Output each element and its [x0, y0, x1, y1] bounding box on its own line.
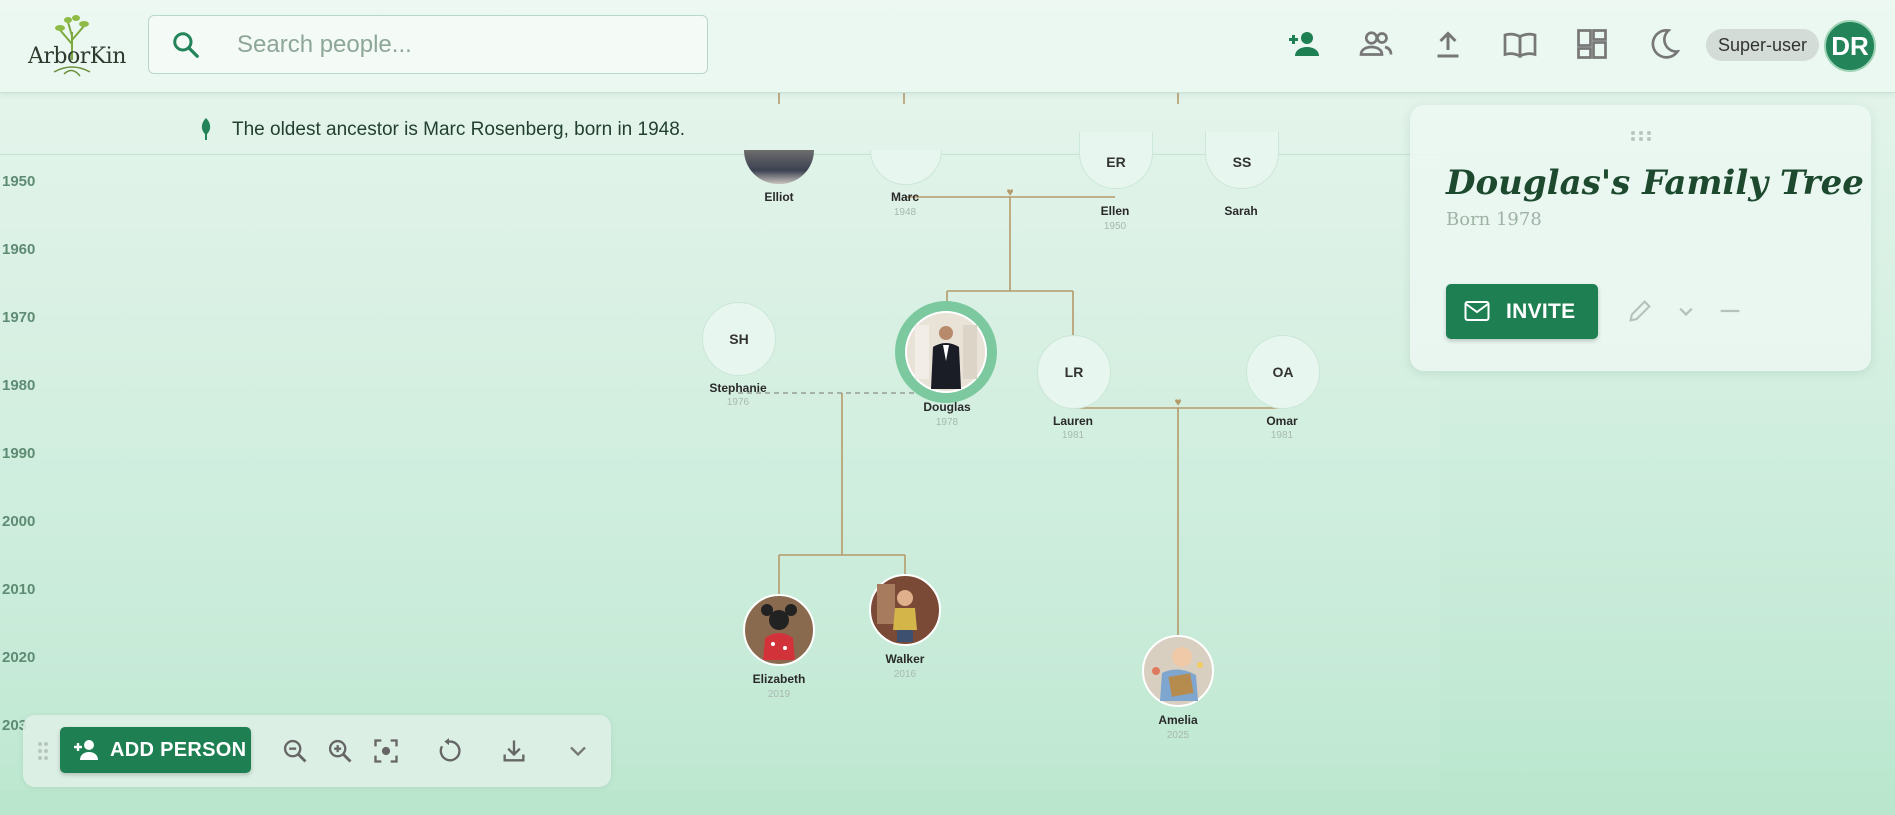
- zoom-out-icon[interactable]: [281, 737, 309, 765]
- svg-text:♥: ♥: [1006, 185, 1013, 199]
- person-name: Marc: [890, 190, 919, 204]
- card-title: Douglas's Family Tree: [1446, 163, 1864, 203]
- edit-icon[interactable]: [1626, 297, 1654, 325]
- search-input[interactable]: [235, 26, 679, 64]
- add-person-label: ADD PERSON: [110, 739, 247, 761]
- upload-icon[interactable]: [1430, 26, 1466, 62]
- user-avatar[interactable]: DR: [1824, 20, 1876, 72]
- chevron-down-icon[interactable]: [564, 737, 592, 765]
- reset-icon[interactable]: [435, 737, 463, 765]
- invite-button[interactable]: INVITE: [1446, 284, 1598, 339]
- logo-text: ArborKin: [28, 44, 126, 69]
- invite-label: INVITE: [1506, 300, 1576, 323]
- download-icon[interactable]: [500, 737, 528, 765]
- person-name: Stephanie: [709, 381, 767, 395]
- add-person-icon[interactable]: [1286, 26, 1322, 62]
- center-focus-icon[interactable]: [372, 737, 400, 765]
- search-icon: [173, 32, 199, 58]
- add-person-icon: [74, 740, 98, 760]
- dark-mode-icon[interactable]: [1646, 26, 1682, 62]
- person-year: 1981: [1270, 430, 1294, 441]
- timeline-year: 2020: [2, 649, 36, 666]
- app-logo[interactable]: ArborKin: [24, 10, 126, 80]
- book-icon[interactable]: [1502, 26, 1538, 62]
- svg-text:♥: ♥: [1174, 395, 1181, 409]
- person-name: Sarah: [1224, 204, 1258, 218]
- drag-handle-icon[interactable]: [37, 741, 49, 761]
- person-name: Elizabeth: [752, 672, 806, 686]
- timeline-year: 1950: [2, 173, 36, 190]
- timeline-year: 2000: [2, 513, 36, 530]
- minimize-icon[interactable]: [1716, 297, 1744, 325]
- person-year: 1950: [1103, 221, 1127, 232]
- person-year: 1976: [726, 397, 750, 408]
- zoom-in-icon[interactable]: [326, 737, 354, 765]
- add-person-button[interactable]: ADD PERSON: [60, 727, 251, 773]
- search-box[interactable]: [148, 15, 708, 74]
- drag-handle-icon[interactable]: [1629, 130, 1653, 142]
- person-year: 1981: [1061, 430, 1085, 441]
- chevron-down-icon[interactable]: [1672, 297, 1700, 325]
- banner-text: The oldest ancestor is Marc Rosenberg, b…: [232, 119, 686, 140]
- person-photo: [869, 574, 941, 646]
- person-photo: [1142, 635, 1214, 707]
- person-photo: [743, 594, 815, 666]
- role-badge: Super-user: [1706, 29, 1820, 61]
- timeline-year: 1990: [2, 445, 36, 462]
- timeline-year: 2010: [2, 581, 36, 598]
- person-year: 2019: [767, 689, 791, 700]
- timeline-year: 1980: [2, 377, 36, 394]
- people-icon[interactable]: [1358, 26, 1394, 62]
- person-year: 1948: [893, 207, 917, 218]
- dashboard-icon[interactable]: [1574, 26, 1610, 62]
- person-avatar: OA: [1246, 335, 1320, 409]
- person-avatar: LR: [1037, 335, 1111, 409]
- person-year: 1978: [935, 417, 959, 428]
- person-name: Walker: [885, 652, 925, 666]
- person-photo: [905, 311, 987, 393]
- bottom-toolbar: ADD PERSON: [23, 715, 611, 787]
- family-tree-card: Douglas's Family Tree Born 1978 INVITE: [1410, 105, 1871, 371]
- person-name: Douglas: [923, 400, 971, 414]
- card-subtitle: Born 1978: [1446, 209, 1542, 230]
- top-bar: ArborKin Super-user DR: [0, 0, 1895, 93]
- person-name: Elliot: [764, 190, 794, 204]
- person-avatar: SH: [702, 302, 776, 376]
- timeline-year: 1970: [2, 309, 36, 326]
- person-name: Amelia: [1158, 713, 1198, 727]
- person-name: Omar: [1266, 414, 1298, 428]
- person-name: Lauren: [1052, 414, 1093, 428]
- timeline-year: 1960: [2, 241, 36, 258]
- person-year: 2016: [893, 669, 917, 680]
- person-year: 2025: [1166, 730, 1190, 741]
- mail-icon: [1464, 301, 1490, 321]
- tree-icon: [201, 118, 211, 140]
- person-name: Ellen: [1100, 204, 1130, 218]
